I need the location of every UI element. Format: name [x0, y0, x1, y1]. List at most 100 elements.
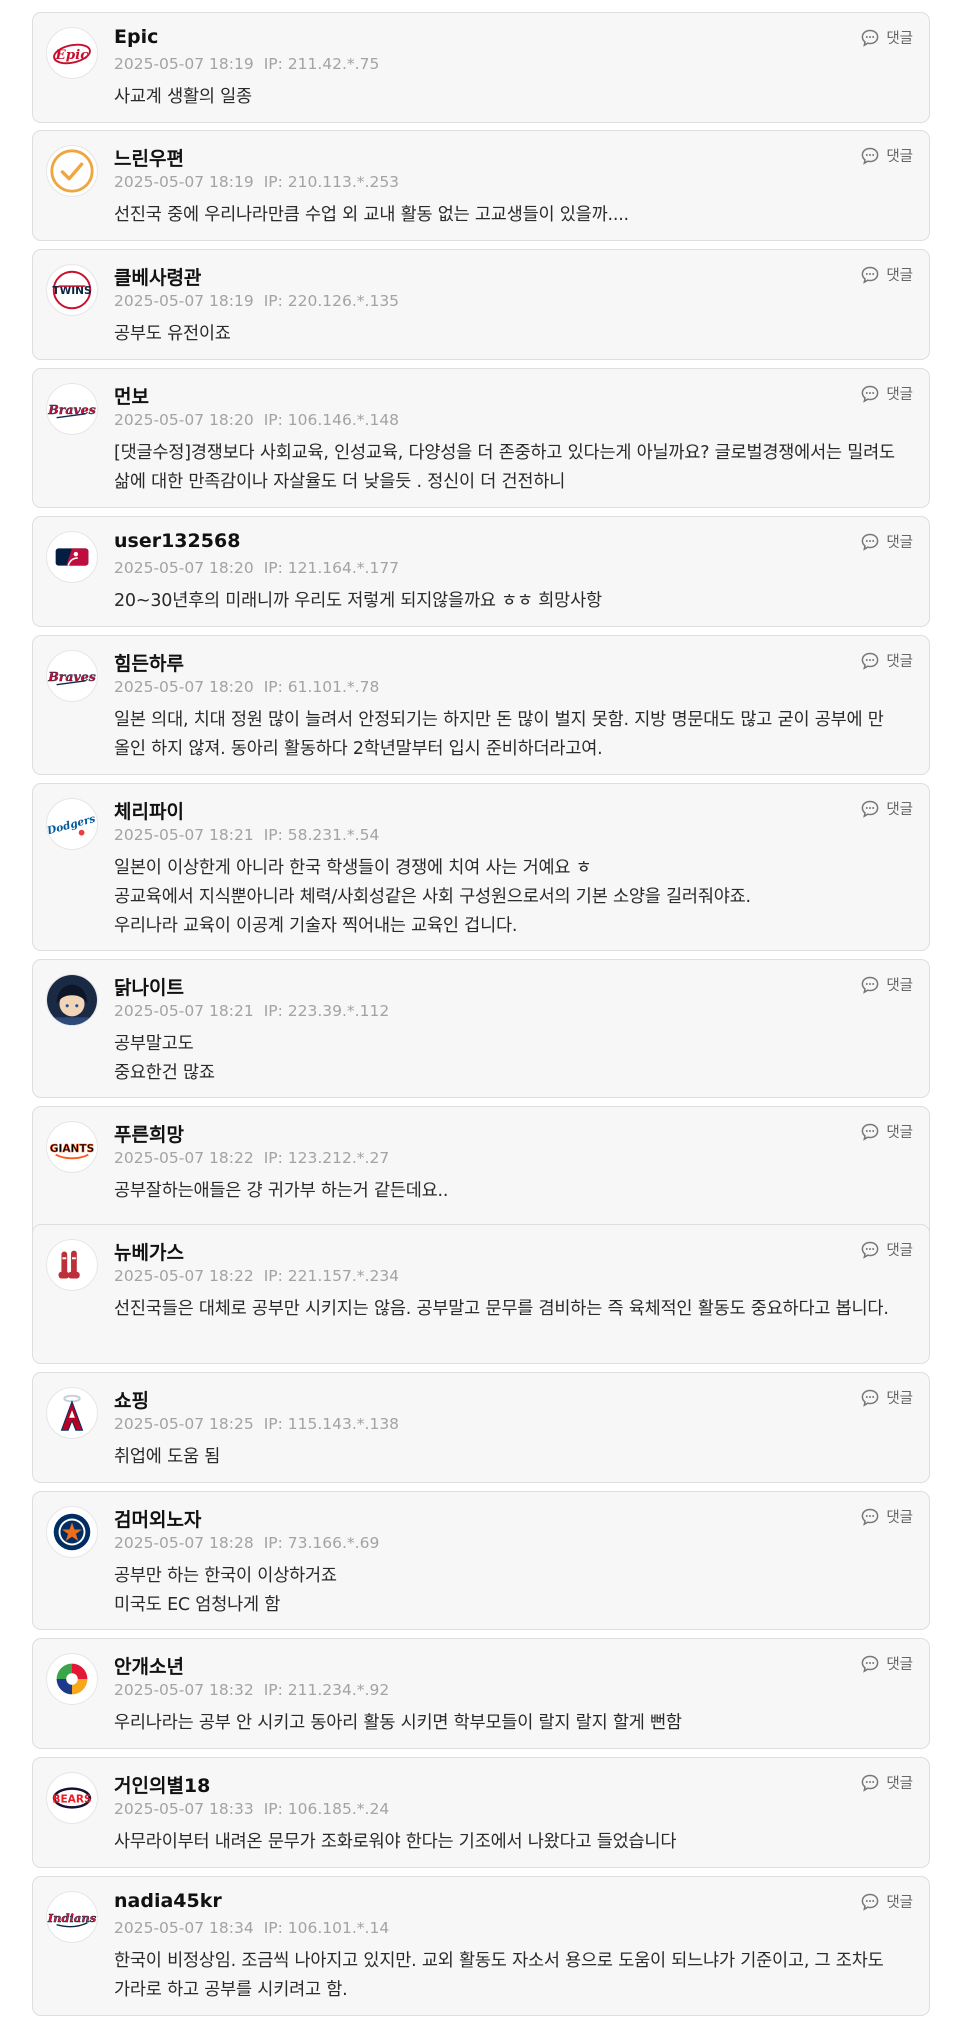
comment-author[interactable]: 푸른희망	[114, 1120, 184, 1147]
comment-author[interactable]: 쇼핑	[114, 1386, 149, 1413]
avatar[interactable]: GIANTS	[46, 1121, 98, 1173]
reply-button[interactable]: 댓글	[860, 1239, 913, 1260]
mlb-logo-icon	[55, 548, 89, 566]
comment-author[interactable]: 클베사령관	[114, 263, 201, 290]
comment-ip: IP: 106.101.*.14	[263, 1919, 390, 1937]
comment-ip: IP: 220.126.*.135	[263, 292, 400, 310]
speech-bubble-icon	[860, 1240, 880, 1260]
comment-body: [댓글수정]경쟁보다 사회교육, 인성교육, 다양성을 더 존중하고 있다는게 …	[114, 443, 901, 492]
comment-author[interactable]: 느린우편	[114, 144, 184, 171]
reply-button[interactable]: 댓글	[860, 798, 913, 819]
avatar[interactable]: BEARS	[46, 1772, 98, 1824]
comment-list: Epic Epic 2025-05-07 18:19 IP: 211.42.*.7…	[0, 0, 958, 2037]
avatar[interactable]: Epic	[46, 27, 98, 79]
avatar[interactable]	[46, 145, 98, 197]
comment-date: 2025-05-07 18:20	[114, 559, 254, 577]
reply-button[interactable]: 댓글	[860, 27, 913, 48]
comment-ip: IP: 223.39.*.112	[263, 1002, 390, 1020]
avatar[interactable]	[46, 1506, 98, 1558]
comment-item: TWINS 클베사령관 2025-05-07 18:19 IP: 220.126.…	[32, 249, 930, 360]
comment-item: Dodgers 체리파이 2025-05-07 18:21 IP: 58.231.…	[32, 783, 930, 951]
comment-body: 우리나라는 공부 안 시키고 동아리 활동 시키면 학부모들이 랄지 랄지 할게…	[114, 1713, 682, 1733]
reply-button[interactable]: 댓글	[860, 650, 913, 671]
avatar[interactable]	[46, 974, 98, 1026]
avatar[interactable]	[46, 531, 98, 583]
avatar[interactable]: Braves	[46, 650, 98, 702]
reply-label: 댓글	[886, 1657, 913, 1673]
reply-button[interactable]: 댓글	[860, 1387, 913, 1408]
anime-avatar-icon	[47, 975, 97, 1025]
comment-body: 사무라이부터 내려온 문무가 조화로워야 한다는 기조에서 나왔다고 들었습니다	[114, 1832, 677, 1852]
comment-author[interactable]: 거인의별18	[114, 1771, 210, 1798]
svg-text:Indians: Indians	[47, 1911, 97, 1925]
reply-label: 댓글	[886, 654, 913, 670]
comment-author[interactable]: 힘든하루	[114, 649, 184, 676]
comment-body: 사교계 생활의 일종	[114, 87, 252, 107]
avatar[interactable]: Indians	[46, 1891, 98, 1943]
comment-meta: 2025-05-07 18:21 IP: 58.231.*.54	[114, 826, 379, 844]
reply-button[interactable]: 댓글	[860, 1506, 913, 1527]
speech-bubble-icon	[860, 1892, 880, 1912]
reply-button[interactable]: 댓글	[860, 264, 913, 285]
comment-date: 2025-05-07 18:20	[114, 411, 254, 429]
comment-author[interactable]: 먼보	[114, 382, 149, 409]
comment-meta: 2025-05-07 18:20 IP: 106.146.*.148	[114, 411, 399, 429]
kbo-logo-icon	[54, 1661, 90, 1697]
reply-button[interactable]: 댓글	[860, 1653, 913, 1674]
reply-button[interactable]: 댓글	[860, 974, 913, 995]
comment-meta: 2025-05-07 18:33 IP: 106.185.*.24	[114, 1800, 389, 1818]
angels-logo-icon	[60, 1394, 84, 1431]
reply-label: 댓글	[886, 149, 913, 165]
checkmark-icon	[50, 149, 94, 193]
comment-body: 공부만 하는 한국이 이상하거죠 미국도 EC 엄청나게 함	[114, 1566, 337, 1615]
reply-label: 댓글	[886, 268, 913, 284]
comment-item: user132568 2025-05-07 18:20 IP: 121.164.*…	[32, 516, 930, 627]
reply-button[interactable]: 댓글	[860, 1121, 913, 1142]
comment-ip: IP: 211.42.*.75	[263, 55, 380, 73]
reply-label: 댓글	[886, 1391, 913, 1407]
avatar[interactable]: TWINS	[46, 264, 98, 316]
comment-author[interactable]: nadia45kr	[114, 1890, 222, 1912]
comment-meta: 2025-05-07 18:22 IP: 221.157.*.234	[114, 1267, 399, 1285]
reply-label: 댓글	[886, 1243, 913, 1259]
comment-date: 2025-05-07 18:21	[114, 1002, 254, 1020]
reply-button[interactable]: 댓글	[860, 531, 913, 552]
comment-meta: 2025-05-07 18:19 IP: 211.42.*.75	[114, 55, 379, 73]
avatar[interactable]	[46, 1653, 98, 1705]
avatar[interactable]	[46, 1239, 98, 1291]
comment-ip: IP: 210.113.*.253	[263, 173, 400, 191]
comment-ip: IP: 106.146.*.148	[263, 411, 400, 429]
epic-logo-icon: Epic	[53, 43, 91, 65]
comment-author[interactable]: user132568	[114, 530, 240, 552]
comment-body: 공부말고도 중요한건 많죠	[114, 1034, 215, 1083]
comment-author[interactable]: 검머외노자	[114, 1505, 201, 1532]
reply-button[interactable]: 댓글	[860, 383, 913, 404]
twins-logo-icon: TWINS	[52, 270, 92, 310]
comment-author[interactable]: 안개소년	[114, 1652, 184, 1679]
comment-item: 뉴베가스 2025-05-07 18:22 IP: 221.157.*.234 선…	[32, 1224, 930, 1364]
comment-item: Braves 힘든하루 2025-05-07 18:20 IP: 61.101.*…	[32, 635, 930, 775]
comment-meta: 2025-05-07 18:25 IP: 115.143.*.138	[114, 1415, 399, 1433]
comment-body: 공부도 유전이죠	[114, 324, 231, 344]
svg-text:BEARS: BEARS	[52, 1793, 91, 1805]
comment-author[interactable]: 체리파이	[114, 797, 184, 824]
comment-ip: IP: 61.101.*.78	[263, 678, 380, 696]
comment-body: 선진국들은 대체로 공부만 시키지는 않음. 공부말고 문무를 겸비하는 즉 육…	[114, 1299, 889, 1319]
red-sox-logo-icon	[58, 1250, 80, 1279]
comment-author[interactable]: 뉴베가스	[114, 1238, 184, 1265]
giants-logo-icon: GIANTS	[49, 1143, 95, 1160]
speech-bubble-icon	[860, 146, 880, 166]
reply-button[interactable]: 댓글	[860, 1772, 913, 1793]
comment-author[interactable]: 닭나이트	[114, 973, 184, 1000]
reply-button[interactable]: 댓글	[860, 1891, 913, 1912]
avatar[interactable]: Dodgers	[46, 798, 98, 850]
avatar[interactable]	[46, 1387, 98, 1439]
speech-bubble-icon	[860, 1507, 880, 1527]
comment-ip: IP: 211.234.*.92	[263, 1681, 390, 1699]
speech-bubble-icon	[860, 265, 880, 285]
comment-author[interactable]: Epic	[114, 26, 158, 48]
speech-bubble-icon	[860, 28, 880, 48]
comment-item: Indians nadia45kr 2025-05-07 18:34 IP: 10…	[32, 1876, 930, 2016]
reply-button[interactable]: 댓글	[860, 145, 913, 166]
avatar[interactable]: Braves	[46, 383, 98, 435]
